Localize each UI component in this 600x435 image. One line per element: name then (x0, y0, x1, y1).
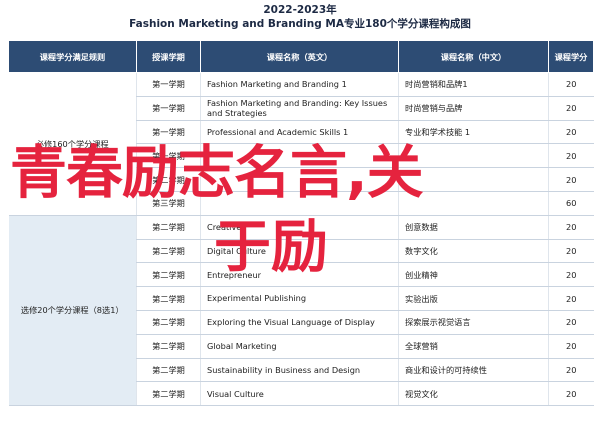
header-group: 课程学分满足规则 (8, 40, 137, 73)
course-name-en-cell: Digital Culture (200, 239, 399, 264)
credits-cell: 20 (548, 72, 594, 97)
course-name-en-cell: Creative (200, 215, 399, 240)
semester-cell: 第二学期 (136, 310, 201, 335)
course-name-zh-cell: 创意数据 (398, 215, 549, 240)
course-name-en-cell (200, 191, 399, 216)
semester-cell: 第三学期 (136, 191, 201, 216)
credits-cell: 20 (548, 167, 594, 192)
elective-group-label: 选修20个学分课程（8选1） (8, 215, 137, 407)
course-name-zh-cell: 实验出版 (398, 286, 549, 311)
title-block: 2022-2023年 Fashion Marketing and Brandin… (0, 0, 600, 39)
course-name-zh-cell: 时尚营销与品牌 (398, 96, 549, 121)
credits-cell: 20 (548, 96, 594, 121)
semester-cell: 第一学期 (136, 120, 201, 145)
table-body: 必修160个学分课程 第一学期 Fashion Marketing and Bran… (8, 72, 594, 407)
table-row: 必修160个学分课程 第一学期 Fashion Marketing and Bran… (8, 72, 594, 216)
header-credits: 课程学分 (548, 40, 594, 73)
table-header-row: 课程学分满足规则 授课学期 课程名称（英文） 课程名称（中文） 课程学分 (8, 40, 594, 73)
semester-cell: 第二学期 (136, 334, 201, 359)
course-name-zh-cell (398, 167, 549, 192)
credits-cell: 20 (548, 215, 594, 240)
course-name-zh-cell: 数字文化 (398, 239, 549, 264)
course-name-en-cell: Experimental Publishing (200, 286, 399, 311)
semester-cell: 第二学期 (136, 215, 201, 240)
course-name-en-cell: Fashion Marketing and Branding 1 (200, 72, 399, 97)
semester-cell: 第二学期 (136, 381, 201, 407)
credits-cell: 20 (548, 120, 594, 145)
course-name-en-cell: Global Marketing (200, 334, 399, 359)
course-name-en-cell: Exploring the Visual Language of Display (200, 310, 399, 335)
credits-cell: 60 (548, 191, 594, 216)
credits-cell: 20 (548, 358, 594, 383)
header-name-zh: 课程名称（中文） (398, 40, 549, 73)
course-name-zh-cell: 视觉文化 (398, 381, 549, 407)
semester-cell: 第一学期 (136, 96, 201, 121)
semester-cell: 第二学期 (136, 286, 201, 311)
page-title-year: 2022-2023年 (263, 4, 337, 16)
course-name-zh-cell (398, 191, 549, 216)
course-name-en-cell (200, 167, 399, 192)
course-name-zh-cell: 全球营销 (398, 334, 549, 359)
credits-cell: 20 (548, 143, 594, 169)
course-name-en-cell: Fashion Marketing and Branding: Key Issu… (200, 96, 399, 121)
course-name-en-cell (200, 143, 399, 169)
course-name-en-cell: Sustainability in Business and Design (200, 358, 399, 383)
required-group-label: 必修160个学分课程 (8, 72, 137, 216)
semester-cell: 第二学期 (136, 358, 201, 383)
course-name-zh-cell: 专业和学术技能 1 (398, 120, 549, 145)
course-name-en-cell: Professional and Academic Skills 1 (200, 120, 399, 145)
credits-cell: 20 (548, 381, 594, 407)
course-name-zh-cell (398, 143, 549, 169)
course-name-en-cell: Entrepreneur (200, 262, 399, 288)
course-name-en-cell: Visual Culture (200, 381, 399, 407)
page-title: Fashion Marketing and Branding MA专业180个学… (129, 18, 471, 30)
credits-cell: 20 (548, 286, 594, 311)
semester-cell: 第二学期 (136, 262, 201, 288)
curriculum-table: 课程学分满足规则 授课学期 课程名称（英文） 课程名称（中文） 课程学分 必修1… (8, 40, 594, 407)
credits-cell: 20 (548, 262, 594, 288)
course-name-zh-cell: 时尚营销和品牌1 (398, 72, 549, 97)
credits-cell: 20 (548, 239, 594, 264)
course-name-zh-cell: 创业精神 (398, 262, 549, 288)
semester-cell: 第一学期 (136, 143, 201, 169)
semester-cell: 第一学期 (136, 72, 201, 97)
credits-cell: 20 (548, 310, 594, 335)
course-name-zh-cell: 商业和设计的可持续性 (398, 358, 549, 383)
course-name-zh-cell: 探索展示视觉语言 (398, 310, 549, 335)
header-name-en: 课程名称（英文） (200, 40, 399, 73)
semester-cell: 第二学期 (136, 167, 201, 192)
credits-cell: 20 (548, 334, 594, 359)
header-semester: 授课学期 (136, 40, 201, 73)
table-row: 选修20个学分课程（8选1） 第二学期 Creative 创意数据 20 (8, 215, 594, 407)
semester-cell: 第二学期 (136, 239, 201, 264)
